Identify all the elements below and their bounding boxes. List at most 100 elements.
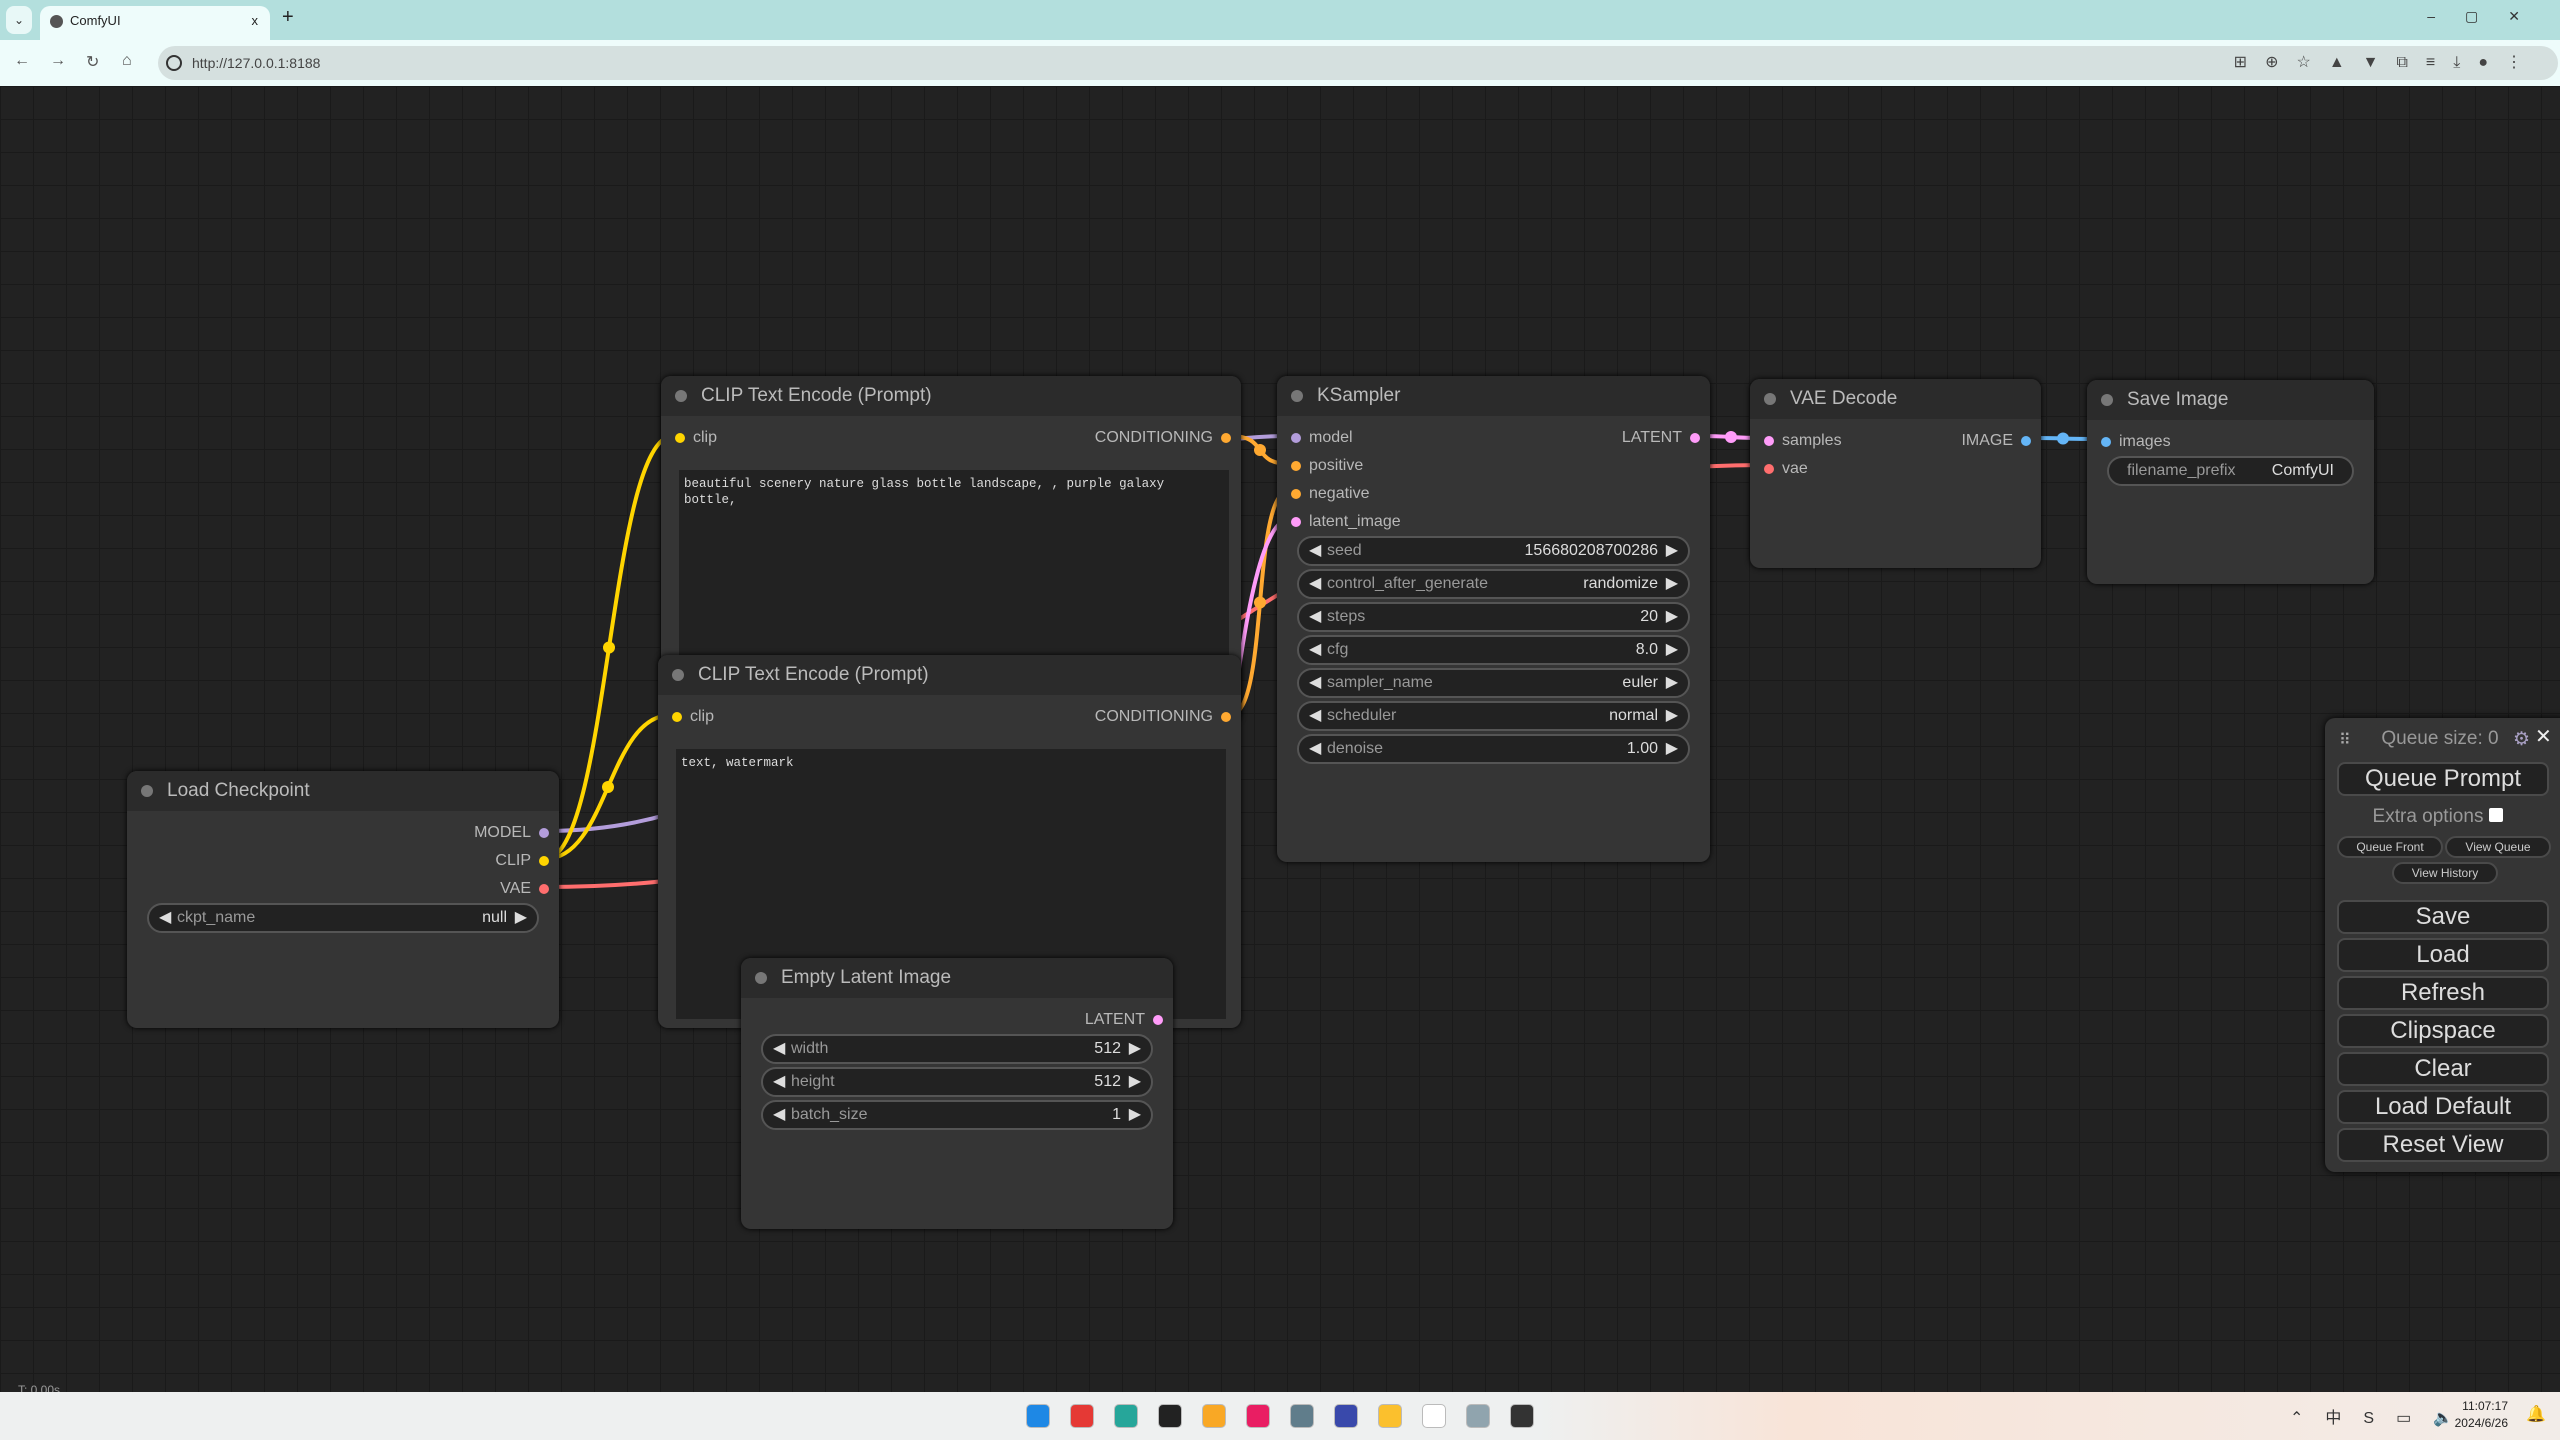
input-slot-negative[interactable]: negative xyxy=(1287,484,1370,504)
widget-sampler-name[interactable]: ◀ sampler_name euler ▶ xyxy=(1297,668,1690,698)
tab-search-button[interactable]: ⌄ xyxy=(6,6,32,34)
decrement-arrow-icon[interactable]: ◀ xyxy=(1309,637,1321,663)
slot-dot-icon[interactable] xyxy=(2021,436,2031,446)
output-slot-conditioning[interactable]: CONDITIONING xyxy=(1095,707,1235,727)
decrement-arrow-icon[interactable]: ◀ xyxy=(1309,736,1321,762)
decrement-arrow-icon[interactable]: ◀ xyxy=(1309,538,1321,564)
link-center-marker[interactable] xyxy=(602,781,614,793)
netease-icon[interactable] xyxy=(1246,1404,1270,1428)
output-slot-latent[interactable]: LATENT xyxy=(1622,428,1704,448)
clock[interactable]: 11:07:17 2024/6/26 xyxy=(2455,1398,2508,1432)
increment-arrow-icon[interactable]: ▶ xyxy=(1666,538,1678,564)
start-icon[interactable] xyxy=(1026,1404,1050,1428)
reload-icon[interactable]: ↻ xyxy=(86,52,99,72)
input-slot-positive[interactable]: positive xyxy=(1287,456,1363,476)
window-controls[interactable]: –▢✕ xyxy=(2427,8,2550,25)
explorer-icon[interactable] xyxy=(1378,1404,1402,1428)
edge-icon[interactable] xyxy=(1114,1404,1138,1428)
increment-arrow-icon[interactable]: ▶ xyxy=(1666,571,1678,597)
widget-height[interactable]: ◀ height 512 ▶ xyxy=(761,1067,1153,1097)
slot-dot-icon[interactable] xyxy=(1764,464,1774,474)
output-slot-image[interactable]: IMAGE xyxy=(1961,431,2035,451)
graph-canvas[interactable]: CLIP Text Encode (Prompt) clip CONDITIONIN… xyxy=(0,86,2560,1392)
node-save-image[interactable]: Save Image images filename_prefix ComfyUI xyxy=(2087,380,2374,584)
increment-arrow-icon[interactable]: ▶ xyxy=(1666,637,1678,663)
home-icon[interactable]: ⌂ xyxy=(122,52,132,70)
widget-denoise[interactable]: ◀ denoise 1.00 ▶ xyxy=(1297,734,1690,764)
slot-dot-icon[interactable] xyxy=(672,712,682,722)
node-checkpoint[interactable]: Load Checkpoint MODEL CLIP VAE ◀ ckpt_name nul… xyxy=(127,771,559,1028)
input-slot-samples[interactable]: samples xyxy=(1760,431,1842,451)
slot-dot-icon[interactable] xyxy=(675,433,685,443)
collapse-dot-icon[interactable] xyxy=(1291,390,1303,402)
slot-dot-icon[interactable] xyxy=(1291,517,1301,527)
queue-front-button[interactable]: Queue Front xyxy=(2337,836,2443,858)
site-info-icon[interactable] xyxy=(166,55,182,71)
collapse-dot-icon[interactable] xyxy=(675,390,687,402)
collapse-dot-icon[interactable] xyxy=(2101,394,2113,406)
input-slot-vae[interactable]: vae xyxy=(1760,459,1808,479)
increment-arrow-icon[interactable]: ▶ xyxy=(1129,1036,1141,1062)
browser-extension-icons[interactable]: ⊞⊕☆▲▼⧉≡⤓●⋮ xyxy=(2234,52,2540,72)
slot-dot-icon[interactable] xyxy=(2101,437,2111,447)
link-center-marker[interactable] xyxy=(1725,431,1737,443)
slot-dot-icon[interactable] xyxy=(539,884,549,894)
input-slot-latent-image[interactable]: latent_image xyxy=(1287,512,1401,532)
menu-button-reset-view[interactable]: Reset View xyxy=(2337,1128,2549,1162)
node-title[interactable]: CLIP Text Encode (Prompt) xyxy=(658,655,1241,695)
menu-button-clear[interactable]: Clear xyxy=(2337,1052,2549,1086)
node-title[interactable]: Save Image xyxy=(2087,380,2374,420)
increment-arrow-icon[interactable]: ▶ xyxy=(1666,736,1678,762)
url-bar[interactable]: http://127.0.0.1:8188 xyxy=(158,46,2558,80)
output-slot-model[interactable]: MODEL xyxy=(474,823,553,843)
menu-button-load[interactable]: Load xyxy=(2337,938,2549,972)
forward-icon[interactable]: → xyxy=(50,52,66,70)
increment-arrow-icon[interactable]: ▶ xyxy=(1129,1069,1141,1095)
slot-dot-icon[interactable] xyxy=(1221,433,1231,443)
slot-dot-icon[interactable] xyxy=(539,828,549,838)
slot-dot-icon[interactable] xyxy=(1291,433,1301,443)
node-vae-decode[interactable]: VAE Decode samples vae IMAGE xyxy=(1750,379,2041,568)
widget-steps[interactable]: ◀ steps 20 ▶ xyxy=(1297,602,1690,632)
output-slot-vae[interactable]: VAE xyxy=(500,879,553,899)
close-icon[interactable]: ✕ xyxy=(2535,724,2552,749)
increment-arrow-icon[interactable]: ▶ xyxy=(1666,670,1678,696)
collapse-dot-icon[interactable] xyxy=(1764,393,1776,405)
widget-cfg[interactable]: ◀ cfg 8.0 ▶ xyxy=(1297,635,1690,665)
node-title[interactable]: Load Checkpoint xyxy=(127,771,559,811)
collapse-dot-icon[interactable] xyxy=(141,785,153,797)
slot-dot-icon[interactable] xyxy=(1291,489,1301,499)
input-slot-clip[interactable]: clip xyxy=(671,428,717,448)
node-title[interactable]: VAE Decode xyxy=(1750,379,2041,419)
view-queue-button[interactable]: View Queue xyxy=(2445,836,2551,858)
widget-seed[interactable]: ◀ seed 156680208700286 ▶ xyxy=(1297,536,1690,566)
increment-arrow-icon[interactable]: ▶ xyxy=(515,905,527,931)
input-slot-clip[interactable]: clip xyxy=(668,707,714,727)
decrement-arrow-icon[interactable]: ◀ xyxy=(1309,670,1321,696)
slot-dot-icon[interactable] xyxy=(1221,712,1231,722)
decrement-arrow-icon[interactable]: ◀ xyxy=(1309,604,1321,630)
browser-tab[interactable]: ComfyUI x xyxy=(40,6,270,40)
link-center-marker[interactable] xyxy=(1254,444,1266,456)
decrement-arrow-icon[interactable]: ◀ xyxy=(773,1102,785,1128)
decrement-arrow-icon[interactable]: ◀ xyxy=(159,905,171,931)
output-slot-clip[interactable]: CLIP xyxy=(495,851,553,871)
notification-icon[interactable]: 🔔 xyxy=(2526,1404,2546,1424)
collapse-dot-icon[interactable] xyxy=(672,669,684,681)
system-tray-icons[interactable]: ⌃中S▭🔈 xyxy=(2290,1404,2475,1428)
terminal-icon[interactable] xyxy=(1510,1404,1534,1428)
slot-dot-icon[interactable] xyxy=(1291,461,1301,471)
decrement-arrow-icon[interactable]: ◀ xyxy=(773,1069,785,1095)
node-title[interactable]: Empty Latent Image xyxy=(741,958,1173,998)
widget-batch-size[interactable]: ◀ batch_size 1 ▶ xyxy=(761,1100,1153,1130)
view-history-button[interactable]: View History xyxy=(2392,862,2498,884)
app2-icon[interactable] xyxy=(1334,1404,1358,1428)
chrome-icon[interactable] xyxy=(1070,1404,1094,1428)
link-center-marker[interactable] xyxy=(603,641,615,654)
collapse-dot-icon[interactable] xyxy=(755,972,767,984)
output-slot-latent[interactable]: LATENT xyxy=(1085,1010,1167,1030)
decrement-arrow-icon[interactable]: ◀ xyxy=(1309,703,1321,729)
increment-arrow-icon[interactable]: ▶ xyxy=(1666,604,1678,630)
photos-icon[interactable] xyxy=(1466,1404,1490,1428)
new-tab-button[interactable]: + xyxy=(282,6,294,29)
